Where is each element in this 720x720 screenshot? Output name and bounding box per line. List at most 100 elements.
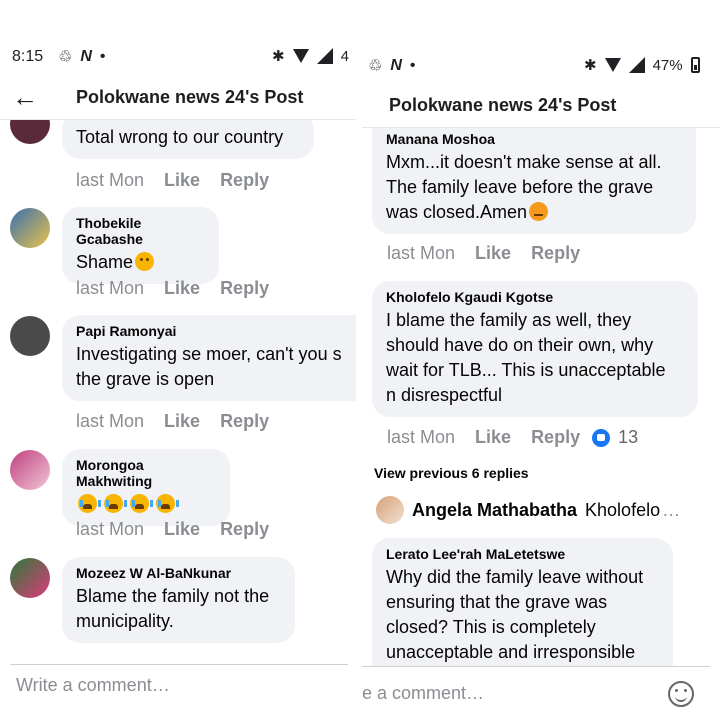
crying-face-icon bbox=[104, 494, 128, 513]
messenger-icon: ♲ bbox=[58, 49, 73, 66]
status-time: 8:15 bbox=[12, 48, 44, 65]
comment-actions: last Mon Like Reply bbox=[76, 170, 269, 191]
comment-text-line: n disrespectful bbox=[386, 385, 503, 405]
comment-time[interactable]: last Mon bbox=[387, 243, 455, 264]
status-notification-icons: ♲ N • bbox=[368, 56, 416, 76]
comment-author[interactable]: Kholofelo Kgaudi Kgotse bbox=[386, 289, 684, 305]
comment-bubble: Manana Moshoa Mxm...it doesn't make sens… bbox=[372, 124, 696, 234]
crying-face-icon bbox=[130, 494, 154, 513]
comment-bubble: Thobekile Gcabashe Shame bbox=[62, 207, 219, 284]
page-title: Polokwane news 24's Post bbox=[76, 87, 304, 107]
thinking-face-icon bbox=[135, 252, 155, 271]
like-button[interactable]: Like bbox=[475, 427, 511, 448]
crying-emojis bbox=[76, 492, 216, 517]
page-title: Polokwane news 24's Post bbox=[389, 95, 617, 115]
reply-button[interactable]: Reply bbox=[531, 427, 580, 448]
comment-text: Total wrong to our country bbox=[76, 127, 284, 147]
post-header: ← Polokwane news 24's Post bbox=[0, 76, 356, 120]
comment-text-line: unacceptable and irresponsible bbox=[386, 642, 636, 662]
comment-text-line: closed? This is completely bbox=[386, 617, 596, 637]
comment-author[interactable]: Lerato Lee'rah MaLetetswe bbox=[386, 546, 659, 562]
battery-percent: 47% bbox=[652, 56, 683, 74]
comment-text-line: the grave is open bbox=[76, 369, 215, 389]
right-screenshot: ♲ N • ✱ 47% Polokwane news 24's Post Man… bbox=[362, 0, 720, 720]
crying-face-icon bbox=[78, 494, 101, 513]
status-system-icons: ✱ 47% bbox=[584, 56, 700, 74]
comment-bubble: Mozeez W Al-BaNkunar Blame the family no… bbox=[62, 557, 295, 643]
messenger-icon: ♲ bbox=[368, 58, 383, 75]
comment-author[interactable]: Manana Moshoa bbox=[386, 131, 682, 147]
comment-text-line: The family leave before the grave bbox=[386, 177, 654, 197]
reply-button[interactable]: Reply bbox=[220, 519, 269, 540]
comment-author[interactable]: Thobekile Gcabashe bbox=[76, 215, 205, 247]
comment-time[interactable]: last Mon bbox=[76, 519, 144, 540]
comment-actions: last Mon Like Reply bbox=[76, 519, 269, 540]
dot-icon: • bbox=[99, 48, 106, 65]
reply-snippet: Kholofelo bbox=[585, 499, 661, 520]
reaction-count-value: 13 bbox=[618, 427, 639, 447]
back-arrow-icon[interactable]: ← bbox=[0, 82, 60, 113]
comment-text-line: was closed.Amen bbox=[386, 202, 528, 222]
comment-time[interactable]: last Mon bbox=[76, 411, 144, 432]
status-notification-icons: ♲ N • bbox=[58, 47, 106, 67]
comment-text-line: wait for TLB... This is unacceptable bbox=[386, 360, 666, 380]
like-button[interactable]: Like bbox=[164, 411, 200, 432]
battery-text: 4 bbox=[340, 47, 349, 65]
crying-face-icon bbox=[156, 494, 180, 513]
like-button[interactable]: Like bbox=[475, 243, 511, 264]
status-system-icons: ✱ 4 bbox=[272, 47, 349, 66]
comment-bubble: Lerato Lee'rah MaLetetswe Why did the fa… bbox=[372, 538, 673, 674]
emoji-picker-icon[interactable] bbox=[668, 680, 694, 707]
comment-text-line: Blame the family not the bbox=[76, 586, 270, 606]
comment-bubble: Kholofelo Kgaudi Kgotse I blame the fami… bbox=[372, 281, 698, 417]
avatar[interactable] bbox=[10, 208, 50, 248]
comment-time[interactable]: last Mon bbox=[76, 170, 144, 191]
collapsed-reply[interactable]: Angela Mathabatha Kholofelo … bbox=[376, 496, 680, 524]
comment-actions: last Mon Like Reply bbox=[387, 243, 580, 264]
like-button[interactable]: Like bbox=[164, 278, 200, 299]
avatar[interactable] bbox=[10, 450, 50, 490]
reply-button[interactable]: Reply bbox=[220, 278, 269, 299]
comment-text-line: I blame the family as well, they bbox=[386, 310, 632, 330]
thumbs-up-icon bbox=[592, 428, 611, 447]
comment-bubble: Morongoa Makhwiting bbox=[62, 449, 230, 526]
like-button[interactable]: Like bbox=[164, 170, 200, 191]
comment-actions: last Mon Like Reply 13 bbox=[387, 427, 638, 448]
comment-time[interactable]: last Mon bbox=[76, 278, 144, 299]
reply-button[interactable]: Reply bbox=[220, 411, 269, 432]
comment-input[interactable]: e a comment… bbox=[362, 666, 710, 720]
angry-face-icon bbox=[529, 202, 549, 221]
comment-input[interactable]: Write a comment… bbox=[10, 664, 348, 706]
wifi-icon bbox=[604, 58, 621, 72]
bluetooth-icon: ✱ bbox=[584, 57, 597, 74]
avatar[interactable] bbox=[10, 316, 50, 356]
comment-text-line: Why did the family leave without bbox=[386, 567, 644, 587]
comment-text-line: should have do on their own, why bbox=[386, 335, 654, 355]
comment-input-placeholder: e a comment… bbox=[362, 683, 485, 703]
reply-button[interactable]: Reply bbox=[220, 170, 269, 191]
view-previous-replies-link[interactable]: View previous 6 replies bbox=[374, 465, 529, 481]
comment-text-line: Mxm...it doesn't make sense at all. bbox=[386, 152, 662, 172]
comment-actions: last Mon Like Reply bbox=[76, 278, 269, 299]
status-bar: 8:15 ♲ N • ✱ 4 bbox=[0, 0, 356, 80]
reply-author[interactable]: Angela Mathabatha bbox=[412, 500, 577, 521]
status-bar: ♲ N • ✱ 47% bbox=[362, 0, 720, 80]
signal-icon bbox=[628, 57, 645, 73]
avatar[interactable] bbox=[376, 496, 404, 524]
comment-actions: last Mon Like Reply bbox=[76, 411, 269, 432]
bluetooth-icon: ✱ bbox=[272, 48, 285, 65]
comment-text-line: municipality. bbox=[76, 611, 174, 631]
app-n-icon: N bbox=[390, 57, 402, 74]
comment-text-line: ensuring that the grave was bbox=[386, 592, 608, 612]
comment-author[interactable]: Morongoa Makhwiting bbox=[76, 457, 216, 489]
comment-bubble: Papi Ramonyai Investigating se moer, can… bbox=[62, 315, 356, 401]
avatar[interactable] bbox=[10, 558, 50, 598]
reply-button[interactable]: Reply bbox=[531, 243, 580, 264]
comment-time[interactable]: last Mon bbox=[387, 427, 455, 448]
comment-author[interactable]: Papi Ramonyai bbox=[76, 323, 348, 339]
reaction-count[interactable]: 13 bbox=[592, 427, 638, 448]
like-button[interactable]: Like bbox=[164, 519, 200, 540]
reply-ellipsis: … bbox=[662, 499, 681, 520]
comment-author[interactable]: Mozeez W Al-BaNkunar bbox=[76, 565, 281, 581]
left-screenshot: 8:15 ♲ N • ✱ 4 ← Polokwane news 24's Pos… bbox=[0, 0, 356, 720]
